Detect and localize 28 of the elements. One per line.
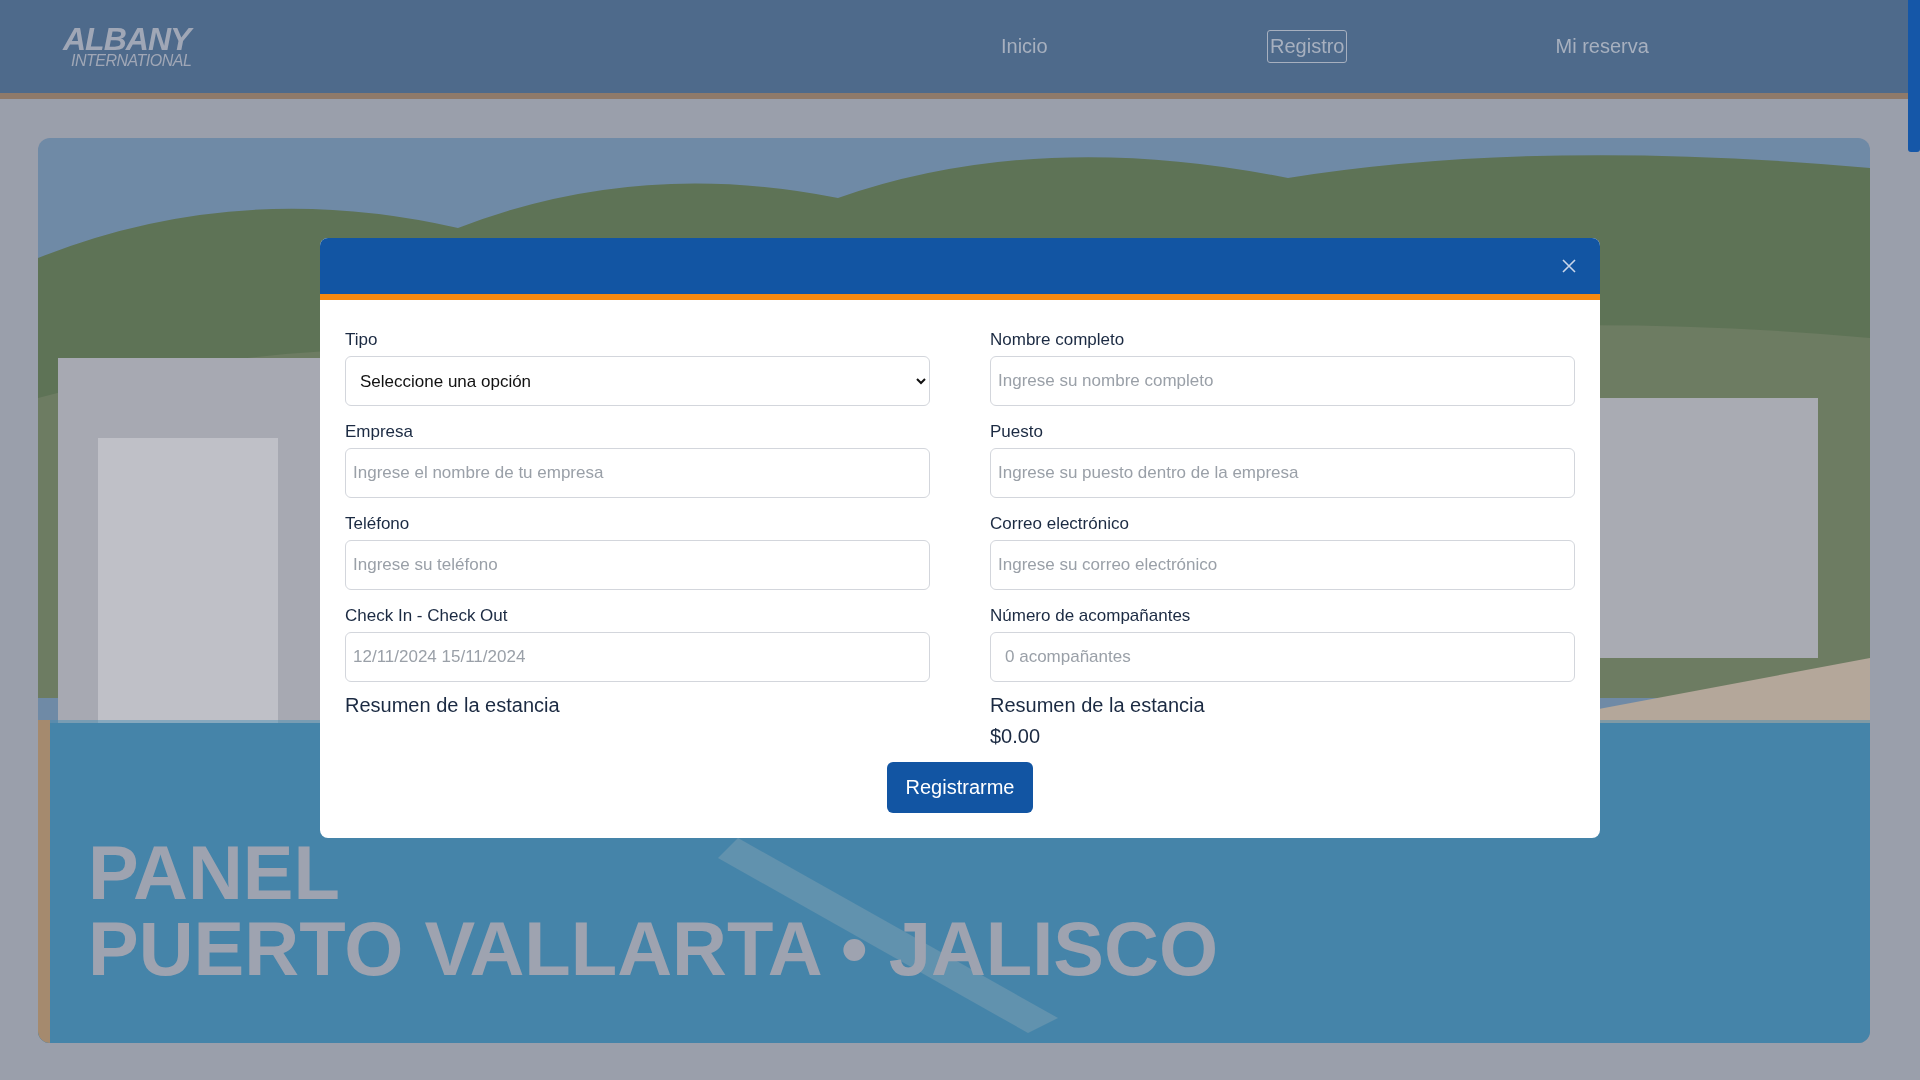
field-label: Empresa xyxy=(345,422,415,442)
summary-title: Resumen de la estancia xyxy=(990,694,1206,717)
field-label: Número de acompañantes xyxy=(990,606,1192,626)
field-label: Tipo xyxy=(345,330,379,350)
nav-link[interactable]: Registro xyxy=(1267,30,1348,63)
scrollbar[interactable] xyxy=(1908,0,1920,152)
hero-title: PANEL xyxy=(88,835,341,911)
input-field[interactable]: Ingrese su nombre completo xyxy=(990,356,1575,406)
input-field[interactable]: Ingrese su correo electrónico xyxy=(990,540,1575,590)
nav-link[interactable]: Inicio xyxy=(998,30,1267,63)
input-field[interactable]: Ingrese su teléfono xyxy=(345,540,930,590)
number-field[interactable]: 0 acompañantes xyxy=(990,632,1575,682)
field-label: Nombre completo xyxy=(990,330,1126,350)
field-label: Check In - Check Out xyxy=(345,606,509,626)
hero-subtitle: PUERTO VALLARTA • JALISCO xyxy=(88,911,1219,987)
summary-title: Resumen de la estancia xyxy=(345,694,561,717)
input-field[interactable]: Ingrese su puesto dentro de la empresa xyxy=(990,448,1575,498)
field-label: Correo electrónico xyxy=(990,514,1130,534)
input-field[interactable]: Ingrese el nombre de tu empresa xyxy=(345,448,930,498)
type-select[interactable]: Seleccione una opción xyxy=(345,356,930,406)
nav-link[interactable]: Mi reserva xyxy=(1552,30,1847,63)
logo[interactable]: ALBANY INTERNATIONAL xyxy=(63,24,218,69)
summary-total: $0.00 xyxy=(990,725,1042,748)
field-label: Teléfono xyxy=(345,514,411,534)
close-icon xyxy=(1562,259,1576,273)
field-label: Puesto xyxy=(990,422,1044,442)
input-field[interactable]: 12/11/2024 15/11/2024 xyxy=(345,632,930,682)
submit-button[interactable]: Registrarme xyxy=(886,762,1034,813)
